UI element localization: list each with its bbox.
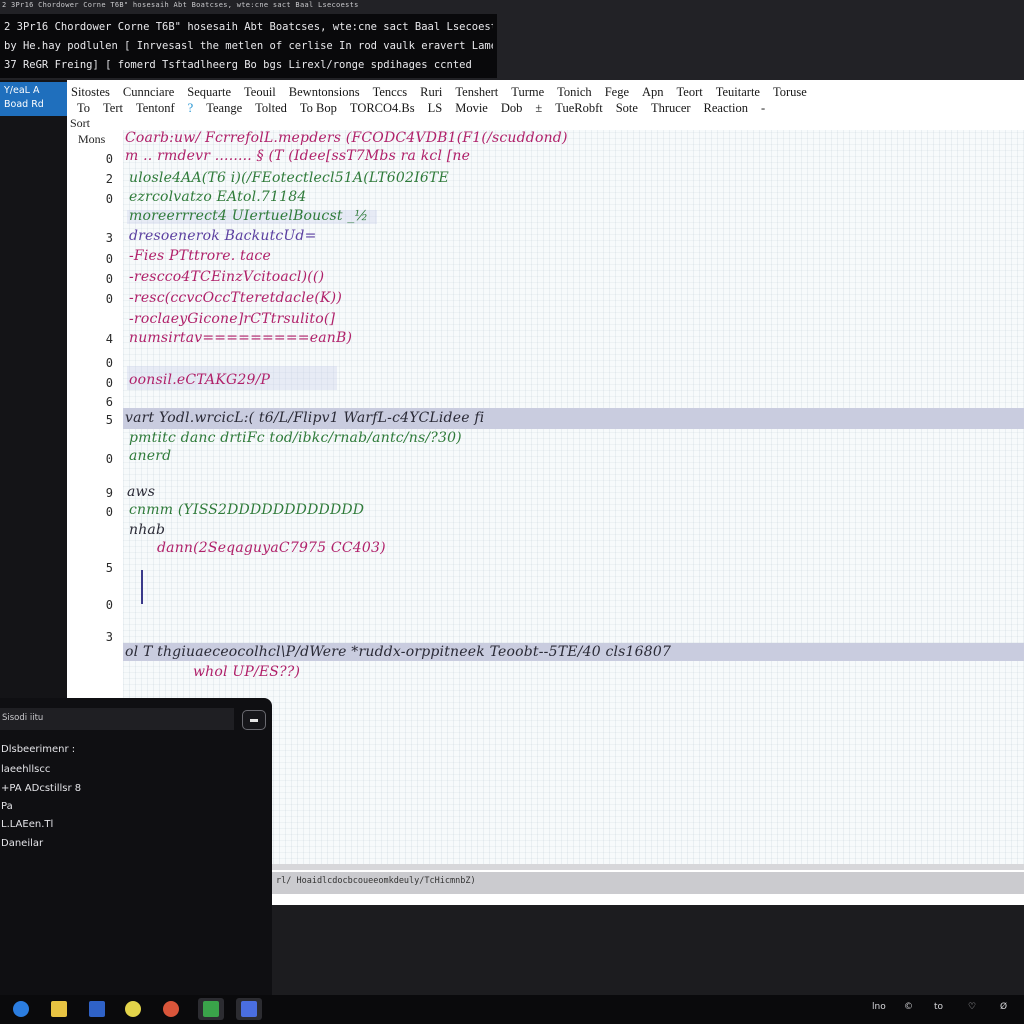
panel-list-item[interactable]: Dlsbeerimenr :: [1, 744, 75, 755]
code-line: oonsil.eCTAKG29/P: [129, 372, 271, 388]
toolbar-item[interactable]: TueRobft: [555, 100, 602, 116]
line-number: 3: [105, 231, 113, 245]
panel-list-item[interactable]: laeehllscc: [1, 764, 50, 775]
window-title: 2 3Pr16 Chordower Corne T6B" hosesaih Ab…: [2, 1, 359, 9]
panel-list-item[interactable]: Daneilar: [1, 838, 43, 849]
toolbar-item[interactable]: To: [77, 100, 90, 116]
toolbar-item[interactable]: Tert: [103, 100, 123, 116]
floating-panel: Sisodi iitu Dlsbeerimenr : laeehllscc +P…: [0, 698, 272, 995]
code-line: -Fies PTttrore. tace: [129, 248, 271, 264]
line-number: 2: [105, 172, 113, 186]
line-number: 0: [105, 376, 113, 390]
menu-row-secondary: To Tert Tentonf? Teange Tolted To Bop TORCO4.B…: [77, 97, 778, 116]
tray-item[interactable]: lno: [872, 1002, 886, 1012]
line-number: 0: [105, 505, 113, 519]
toolbar-item[interactable]: ?: [188, 100, 194, 116]
panel-list-item[interactable]: L.LAEen.Tl: [1, 819, 53, 830]
code-line: moreerrrect4 UIertuelBoucst _½: [129, 208, 369, 224]
taskbar-app-icon[interactable]: [46, 998, 72, 1020]
line-number: 9: [105, 486, 113, 500]
code-line: aws: [127, 484, 156, 500]
sidebar-item-active[interactable]: Y/eaL A Boad Rd: [0, 82, 67, 116]
line-number: 4: [105, 332, 113, 346]
console-line: 2 3Pr16 Chordower Corne T6B" hosesaih Ab…: [4, 21, 493, 33]
console-output: 2 3Pr16 Chordower Corne T6B" hosesaih Ab…: [0, 14, 497, 78]
line-number: 0: [105, 292, 113, 306]
panel-title: Sisodi iitu: [2, 713, 44, 723]
toolbar-item[interactable]: To Bop: [300, 100, 337, 116]
tray-item[interactable]: ♡: [968, 1002, 976, 1012]
taskbar: lno © to ♡ Ø: [0, 995, 1024, 1024]
code-line: -resc(ccvcOccTteretdacle(K)): [129, 290, 342, 306]
line-number: 0: [105, 356, 113, 370]
code-line: -rescco4TCEinzVcitoacl)((): [129, 269, 325, 285]
code-line: numsirtav=========eanB): [129, 330, 353, 346]
toolbar-item[interactable]: LS: [428, 100, 443, 116]
menu-row-primary: Sitostes Cunnciare Sequarte Teouil Bewntonsi…: [71, 81, 820, 99]
code-line: cnmm (YISS2DDDDDDDDDDDD: [129, 502, 365, 518]
taskbar-app-icon[interactable]: [236, 998, 262, 1020]
panel-minimize-button[interactable]: [242, 710, 266, 730]
line-number: 0: [105, 192, 113, 206]
toolbar-item[interactable]: Teange: [206, 100, 242, 116]
taskbar-app-icon[interactable]: [8, 998, 34, 1020]
line-number: 0: [105, 272, 113, 286]
code-line: Coarb:uw/ FcrrefolL.mepders (FCODC4VDB1(…: [125, 130, 568, 146]
toolbar-item[interactable]: Movie: [455, 100, 488, 116]
sidebar-item-label: Y/eaL A: [4, 85, 40, 96]
line-number: 5: [105, 561, 113, 575]
line-number: 0: [105, 252, 113, 266]
title-strip: 2 3Pr16 Chordower Corne T6B" hosesaih Ab…: [0, 0, 1024, 80]
toolbar-item[interactable]: Tentonf: [136, 100, 175, 116]
toolbar-item[interactable]: Dob: [501, 100, 523, 116]
code-line: ol T thgiuaeceocolhcl\P/dWere *ruddx-orp…: [125, 644, 672, 660]
code-line: pmtitc danc drtiFc tod/ibkc/rnab/antc/ns…: [129, 430, 462, 446]
tray-item[interactable]: ©: [904, 1002, 913, 1012]
tray-item[interactable]: to: [934, 1002, 943, 1012]
toolbar-item[interactable]: -: [761, 100, 765, 116]
brace-marker: [141, 570, 144, 604]
code-line: ulosle4AA(T6 i)(/FEotectlecl51A(LT602I6T…: [129, 170, 449, 186]
toolbar-item[interactable]: Sote: [616, 100, 638, 116]
code-line: whol UP/ES??): [193, 664, 301, 680]
toolbar-item[interactable]: TORCO4.Bs: [350, 100, 415, 116]
toolbar-item[interactable]: Tolted: [255, 100, 287, 116]
panel-list-item[interactable]: Pa: [1, 801, 13, 812]
tray-item[interactable]: Ø: [1000, 1002, 1007, 1012]
line-number: 0: [105, 152, 113, 166]
taskbar-app-icon[interactable]: [84, 998, 110, 1020]
status-text: rl/ Hoaidlcdocbcoueeomkdeuly/TcHicmnbZ): [276, 876, 476, 886]
gutter-header: Sort: [70, 116, 91, 130]
toolbar-item[interactable]: Reaction: [704, 100, 748, 116]
panel-header: Sisodi iitu: [0, 708, 234, 730]
code-line: anerd: [129, 448, 172, 464]
line-number: 3: [105, 630, 113, 644]
code-line: m .. rmdevr ........ § (T (Idee[ssT7Mbs …: [125, 148, 471, 164]
line-number: 0: [105, 598, 113, 612]
line-number: 0: [105, 452, 113, 466]
status-bar: rl/ Hoaidlcdocbcoueeomkdeuly/TcHicmnbZ): [272, 872, 1024, 894]
taskbar-app-icon[interactable]: [120, 998, 146, 1020]
code-line: -roclaeyGicone]rCTtrsulito(]: [129, 311, 336, 327]
console-line: by He.hay podlulen [ Inrvesasl the metle…: [4, 40, 493, 52]
taskbar-app-icon[interactable]: [198, 998, 224, 1020]
panel-list-item[interactable]: +PA ADcstillsr 8: [1, 783, 81, 794]
code-line: vart Yodl.wrcicL:( t6/L/Flipv1 WarfL-c4Y…: [125, 410, 485, 426]
gutter-subheader: Mons: [78, 132, 106, 146]
code-line: nhab: [129, 522, 166, 538]
menubar: Sitostes Cunnciare Sequarte Teouil Bewntonsi…: [67, 80, 1024, 116]
toolbar-item[interactable]: Thrucer: [651, 100, 691, 116]
code-line: ezrcolvatzo EAtol.71184: [129, 189, 307, 205]
code-line: dann(2SeqaguyaC7975 CC403): [157, 540, 386, 556]
line-number: 6: [105, 395, 113, 409]
code-line: dresoenerok BackutcUd=: [129, 228, 317, 244]
horizontal-scrollbar[interactable]: [272, 864, 1024, 870]
console-line: 37 ReGR Freing] [ fomerd Tsftadlheerg Bo…: [4, 59, 472, 71]
line-number: 5: [105, 413, 113, 427]
taskbar-app-icon[interactable]: [158, 998, 184, 1020]
sidebar-item-label: Boad Rd: [4, 99, 44, 110]
toolbar-item[interactable]: ±: [535, 100, 542, 116]
